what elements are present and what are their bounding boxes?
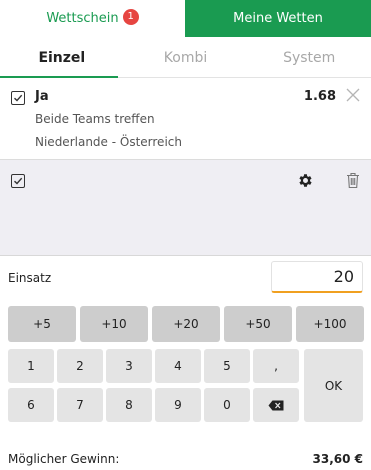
bet-market: Beide Teams treffen: [35, 112, 155, 126]
trash-icon[interactable]: [346, 172, 360, 189]
bet-card: Ja 1.68 Beide Teams treffen Niederlande …: [0, 78, 371, 160]
quick-add-20-button[interactable]: +20: [152, 306, 220, 342]
backspace-button[interactable]: [253, 388, 299, 422]
key-8[interactable]: 8: [106, 388, 152, 422]
possible-win-value: 33,60 €: [312, 452, 363, 466]
select-all-checkbox[interactable]: [11, 174, 25, 188]
bet-count-badge: 1: [122, 8, 139, 25]
quick-add-10-button[interactable]: +10: [80, 306, 148, 342]
bet-event: Niederlande - Österreich: [35, 135, 182, 149]
checkmark-icon: [14, 177, 23, 185]
stake-label: Einsatz: [8, 271, 52, 285]
numeric-keypad: 1 2 3 4 5 , OK 6 7 8 9 0: [8, 349, 363, 422]
bet-selection: Ja: [35, 89, 49, 104]
quick-add-100-button[interactable]: +100: [296, 306, 364, 342]
header-tabs: Wettschein 1 Meine Wetten: [0, 0, 371, 37]
stake-value: 20: [333, 267, 354, 286]
quick-add-50-button[interactable]: +50: [224, 306, 292, 342]
gear-icon[interactable]: [297, 172, 314, 189]
close-icon[interactable]: [345, 87, 361, 103]
tab-einzel[interactable]: Einzel: [0, 37, 124, 79]
key-comma[interactable]: ,: [253, 349, 299, 383]
ok-button[interactable]: OK: [304, 349, 363, 422]
tab-meine-wetten[interactable]: Meine Wetten: [185, 0, 371, 37]
key-2[interactable]: 2: [57, 349, 103, 383]
key-9[interactable]: 9: [155, 388, 201, 422]
quick-add-5-button[interactable]: +5: [8, 306, 76, 342]
key-5[interactable]: 5: [204, 349, 250, 383]
tab-wettschein[interactable]: Wettschein 1: [0, 0, 185, 37]
tab-system[interactable]: System: [247, 37, 371, 78]
tab-wettschein-label: Wettschein: [46, 11, 119, 26]
bet-options-area: [0, 160, 371, 256]
tab-meine-wetten-label: Meine Wetten: [233, 11, 323, 26]
key-1[interactable]: 1: [8, 349, 54, 383]
bet-type-tabs: Einzel Kombi System: [0, 37, 371, 79]
key-0[interactable]: 0: [204, 388, 250, 422]
bet-odds: 1.68: [303, 89, 336, 104]
tab-kombi[interactable]: Kombi: [124, 37, 248, 78]
checkmark-icon: [14, 94, 23, 102]
quick-add-row: +5 +10 +20 +50 +100: [8, 306, 364, 342]
possible-win-label: Möglicher Gewinn:: [8, 452, 120, 466]
key-6[interactable]: 6: [8, 388, 54, 422]
key-3[interactable]: 3: [106, 349, 152, 383]
key-4[interactable]: 4: [155, 349, 201, 383]
backspace-icon: [268, 400, 284, 410]
stake-input[interactable]: 20: [271, 261, 363, 293]
key-7[interactable]: 7: [57, 388, 103, 422]
bet-checkbox[interactable]: [11, 91, 25, 105]
